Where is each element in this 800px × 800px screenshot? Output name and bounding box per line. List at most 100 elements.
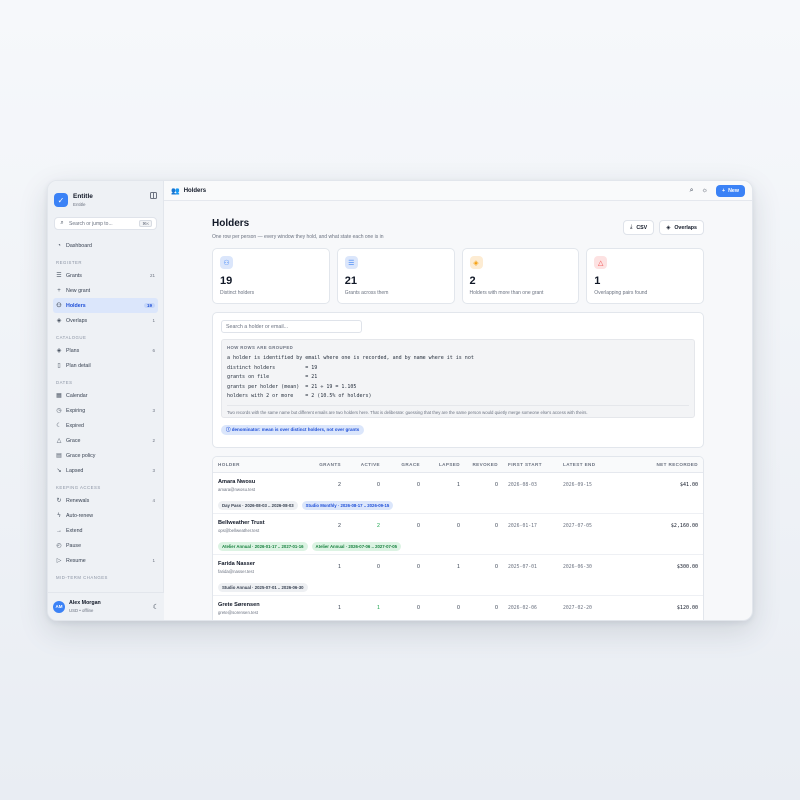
check-logo-icon: ✓ bbox=[54, 193, 68, 207]
sidebar-item-label: Renewals bbox=[66, 497, 90, 504]
arrow-right-icon: → bbox=[56, 527, 62, 534]
column-header[interactable]: LAPSED bbox=[420, 462, 460, 467]
list-icon: ☰ bbox=[56, 273, 62, 279]
cell-grants: 2 bbox=[338, 482, 341, 488]
main-area: 👥 Holders ⌕ ☼ + New Holders One row per … bbox=[164, 181, 752, 620]
sidebar-item-count: 3 bbox=[152, 408, 155, 413]
table-header: HOLDER GRANTS ACTIVE GRACE LAPSED REVOKE… bbox=[213, 457, 703, 473]
user-profile[interactable]: AM Alex Morgan USD • offline ☾ bbox=[48, 592, 164, 620]
sidebar-item-count: 6 bbox=[152, 348, 155, 353]
sidebar-item-expired[interactable]: ☾ Expired bbox=[53, 418, 158, 433]
cell-revoked: 0 bbox=[495, 605, 498, 611]
sidebar-item-count: 21 bbox=[149, 273, 155, 278]
sidebar-item-calendar[interactable]: ▦ Calendar bbox=[53, 388, 158, 403]
sidebar-item-count: 1 bbox=[152, 318, 155, 323]
search-input[interactable]: ⌕ Search or jump to... ⌘K bbox=[54, 217, 157, 230]
search-icon[interactable]: ⌕ bbox=[690, 187, 694, 195]
new-button[interactable]: + New bbox=[716, 184, 745, 197]
sidebar-toggle-icon[interactable] bbox=[150, 192, 157, 199]
stat-card-grants: ☰ 21 Grants across them bbox=[336, 248, 455, 304]
theme-moon-icon[interactable]: ☾ bbox=[153, 603, 159, 611]
sidebar-item-grace-policy[interactable]: ▤ Grace policy bbox=[53, 448, 158, 463]
holder-email: ops@bellweather.test bbox=[218, 527, 260, 533]
cell-first-start: 2026-08-03 bbox=[508, 482, 537, 488]
sidebar-item-count: 2 bbox=[152, 438, 155, 443]
column-header[interactable]: NET RECORDED bbox=[613, 462, 703, 467]
sidebar-item-resume[interactable]: ▷ Resume 1 bbox=[53, 553, 158, 568]
warning-icon: △ bbox=[56, 438, 62, 444]
cell-first-start: 2026-01-17 bbox=[508, 523, 537, 529]
layers-icon: ◈ bbox=[56, 348, 62, 354]
document-icon: ▯ bbox=[57, 363, 61, 369]
sidebar-item-renewals[interactable]: ↻ Renewals 4 bbox=[53, 493, 158, 508]
sidebar-item-pause[interactable]: ◴ Pause bbox=[53, 538, 158, 553]
stat-label: Grants across them bbox=[344, 290, 389, 296]
stat-cards: ⚇ 19 Distinct holders ☰ 21 Grants across… bbox=[212, 248, 704, 304]
sidebar-item-new-grant[interactable]: + New grant bbox=[53, 283, 158, 298]
sidebar-item-lapsed[interactable]: ↘ Lapsed 3 bbox=[53, 463, 158, 478]
sidebar-item-plan-detail[interactable]: ▯ Plan detail bbox=[53, 358, 158, 373]
sidebar-item-overlaps[interactable]: ◈ Overlaps 1 bbox=[53, 313, 158, 328]
column-header[interactable]: ACTIVE bbox=[341, 462, 380, 467]
column-header[interactable]: HOLDER bbox=[213, 462, 303, 467]
grouping-code: a holder is identified by email where on… bbox=[227, 354, 689, 402]
calendar-icon: ▦ bbox=[56, 393, 62, 399]
holder-search-input[interactable]: Search a holder or email... bbox=[221, 320, 362, 333]
sidebar-item-auto-renew[interactable]: ϟ Auto-renew bbox=[53, 508, 158, 523]
holder-email: amara@nwosu.test bbox=[218, 486, 256, 492]
holder-email: grete@sorensen.test bbox=[218, 609, 258, 615]
layers-icon: ◈ bbox=[469, 256, 483, 269]
table-row[interactable]: Bellweather Trust ops@bellweather.test 2 … bbox=[213, 514, 703, 538]
grant-tag[interactable]: Studio Monthly · 2026-08-17 .. 2026-09-1… bbox=[301, 500, 394, 510]
sun-icon[interactable]: ☼ bbox=[702, 187, 708, 194]
stat-value: 21 bbox=[344, 275, 357, 287]
table-row[interactable]: Farida Nasser farida@nasser.test 1 0 0 1 … bbox=[213, 555, 703, 579]
overlaps-button[interactable]: ◈ Overlaps bbox=[659, 220, 704, 235]
stat-value: 1 bbox=[594, 275, 601, 287]
sidebar-item-count: 4 bbox=[152, 498, 155, 503]
denominator-badge: ⓘ denominator: mean is over distinct hol… bbox=[221, 425, 365, 435]
grant-tag[interactable]: Studio Annual · 2025-07-01 .. 2026-06-30 bbox=[218, 582, 308, 592]
column-header[interactable]: LATEST END bbox=[553, 462, 613, 467]
cell-first-start: 2026-02-06 bbox=[508, 605, 537, 611]
code-line: distinct holders = 19 bbox=[227, 364, 318, 371]
grant-tag[interactable]: Atelier Annual · 2026-07-06 .. 2027-07-0… bbox=[311, 541, 402, 551]
cell-latest-end: 2027-07-05 bbox=[563, 523, 592, 529]
column-header[interactable]: GRACE bbox=[380, 462, 420, 467]
grouping-explainer: HOW ROWS ARE GROUPED a holder is identif… bbox=[221, 339, 695, 418]
sidebar-item-plans[interactable]: ◈ Plans 6 bbox=[53, 343, 158, 358]
cell-latest-end: 2026-09-15 bbox=[563, 482, 592, 488]
sidebar-item-holders[interactable]: ⚇ Holders 19 bbox=[53, 298, 158, 313]
download-icon: ⤓ bbox=[629, 224, 633, 230]
sidebar-item-label: Holders bbox=[66, 302, 86, 309]
csv-button[interactable]: ⤓ CSV bbox=[622, 220, 655, 235]
sidebar-item-grace[interactable]: △ Grace 2 bbox=[53, 433, 158, 448]
plus-icon: + bbox=[57, 287, 61, 294]
sidebar-item-label: Grace bbox=[66, 437, 81, 444]
warning-icon: △ bbox=[594, 256, 608, 269]
stat-value: 19 bbox=[220, 275, 233, 287]
section-keeping-access: KEEPING ACCESS bbox=[56, 485, 101, 490]
sidebar-item-extend[interactable]: → Extend bbox=[53, 523, 158, 538]
column-header[interactable]: REVOKED bbox=[460, 462, 498, 467]
sidebar-item-grants[interactable]: ☰ Grants 21 bbox=[53, 268, 158, 283]
stat-value: 2 bbox=[469, 275, 476, 287]
list-icon: ☰ bbox=[344, 256, 358, 269]
column-header[interactable]: GRANTS bbox=[303, 462, 341, 467]
sidebar-item-dashboard[interactable]: ◔ Dashboard bbox=[53, 238, 158, 253]
cell-grace: 0 bbox=[417, 564, 420, 570]
grant-tag[interactable]: Atelier Annual · 2026-01-17 .. 2027-01-1… bbox=[218, 541, 308, 551]
pause-icon: ◴ bbox=[56, 543, 62, 549]
table-row[interactable]: Grete Sørensen grete@sorensen.test 1 1 0 … bbox=[213, 596, 703, 620]
column-header[interactable]: FIRST START bbox=[498, 462, 553, 467]
table-row[interactable]: Amara Nwosu amara@nwosu.test 2 0 0 1 0 20… bbox=[213, 473, 703, 497]
layers-icon: ◈ bbox=[56, 318, 62, 324]
cell-net-recorded: $120.00 bbox=[676, 605, 698, 611]
users-icon: 👥 bbox=[171, 187, 180, 195]
sidebar: ✓ Entitle Entitle ⌕ Search or jump to...… bbox=[48, 181, 164, 620]
sidebar-item-expiring[interactable]: ◷ Expiring 3 bbox=[53, 403, 158, 418]
holder-name: Amara Nwosu bbox=[218, 478, 256, 485]
sidebar-item-label: Grace policy bbox=[66, 452, 96, 459]
grant-tag[interactable]: Day Pass · 2026-08-03 .. 2026-08-03 bbox=[218, 500, 298, 510]
cell-lapsed: 1 bbox=[457, 564, 460, 570]
